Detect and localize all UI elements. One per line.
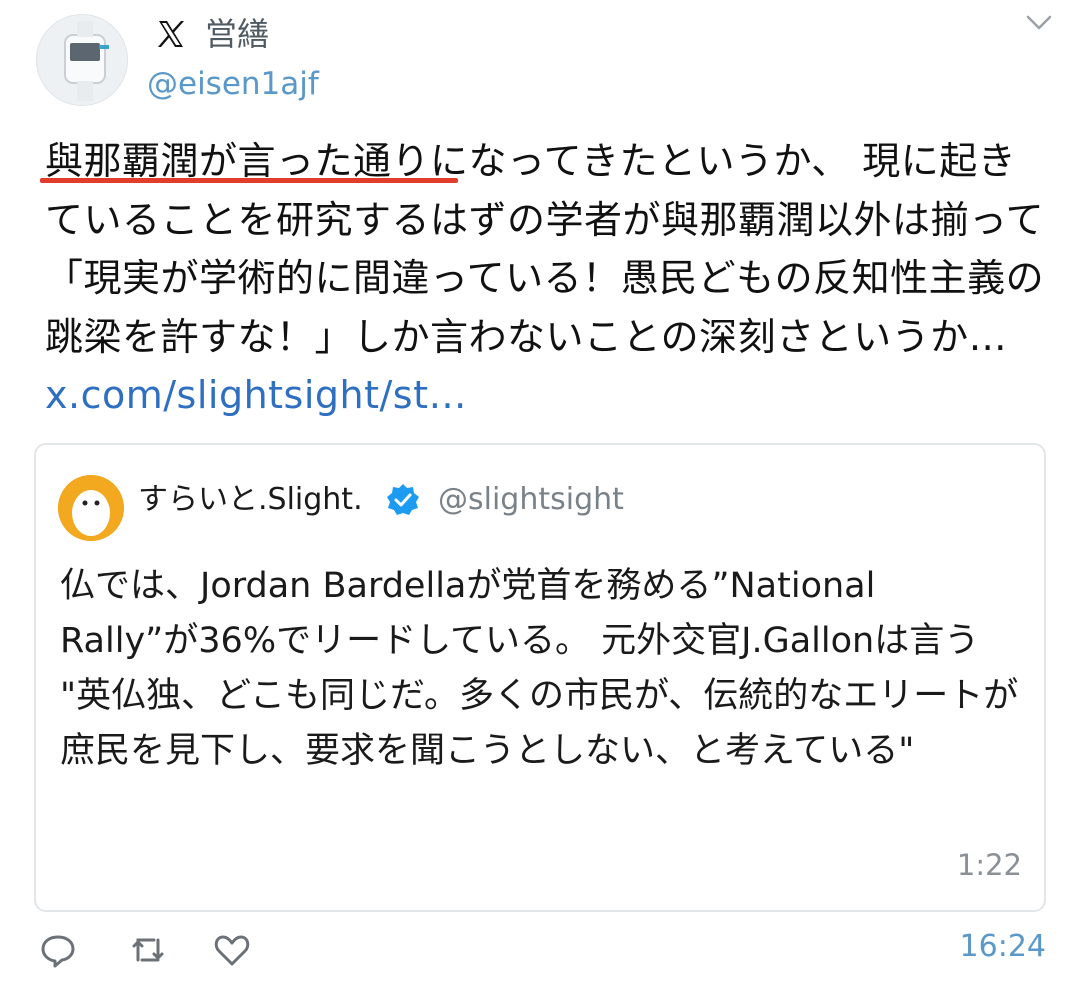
tweet-link[interactable]: x.com/slightsight/st… [45,373,467,417]
highlight-underline [40,178,458,183]
tweet-text: 與那覇潤が言った通りになってきたというか、 現に起きていることを研究するはずの学… [45,132,1045,425]
tweet-body-text: 與那覇潤が言った通りになってきたというか、 現に起きていることを研究するはずの学… [45,139,1045,359]
author-handle[interactable]: @eisen1ajf [147,64,319,104]
x-logo-icon [158,21,184,47]
quoted-display-name[interactable]: すらいと.Slight. [138,480,363,520]
author-avatar[interactable] [36,14,128,106]
reply-icon[interactable] [38,930,78,970]
quoted-tweet-card[interactable]: すらいと.Slight. @slightsight 仏では、Jordan Bar… [34,443,1046,912]
verified-badge-icon [387,484,419,515]
tweet-timestamp: 16:24 [959,929,1046,964]
quoted-timestamp: 1:22 [956,848,1022,882]
author-display-name[interactable]: 営繕 [205,14,269,54]
chevron-down-icon[interactable] [1024,12,1054,34]
retweet-icon[interactable] [128,930,168,970]
quoted-tweet-text: 仏では、Jordan Bardellaが党首を務める”National Rall… [60,566,1019,771]
quoted-handle[interactable]: @slightsight [438,480,624,520]
heart-icon[interactable] [212,930,252,970]
quoted-avatar[interactable] [58,475,124,541]
